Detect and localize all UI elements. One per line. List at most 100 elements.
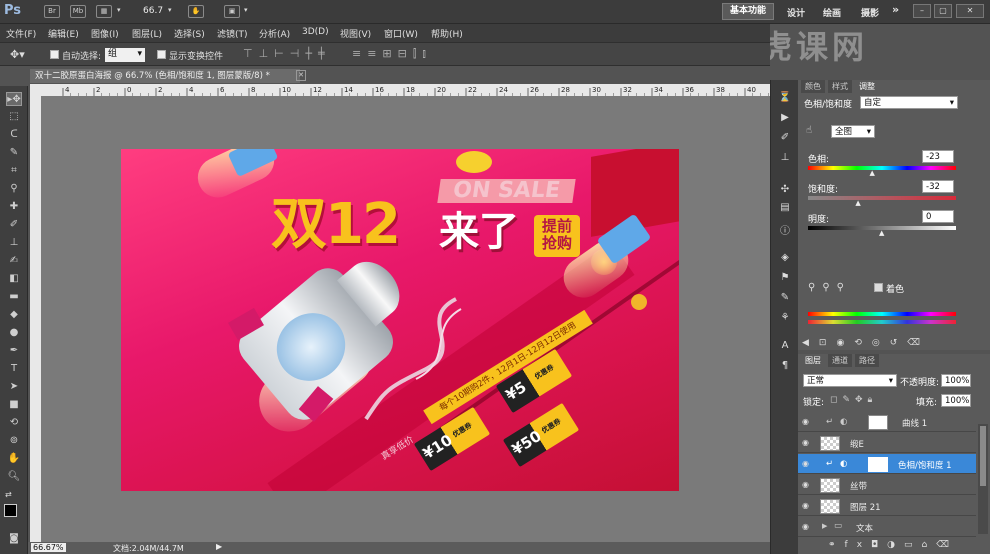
align-icons[interactable]: ⊤⊥⊢⊣┼╪ [243,47,331,60]
layer-row[interactable]: ◉ ↵ ◐ 曲线 1 [798,412,976,432]
grid-icon[interactable]: ▦ [96,5,112,18]
3d-rotate-tool-icon[interactable]: ⟲ [6,416,22,430]
scrollbar-thumb[interactable] [980,426,986,486]
hue-slider-thumb[interactable]: ▲ [870,169,875,177]
lock-icons[interactable]: ◻✎✥🔒︎ [830,395,877,405]
pen-tool-icon[interactable]: ✒ [6,344,22,358]
layer-row[interactable]: ◉ 缎E [798,433,976,453]
maximize-icon[interactable]: ▢ [934,4,952,18]
notes-panel-icon[interactable]: ✎ [777,292,793,306]
menu-window[interactable]: 窗口(W) [384,27,418,40]
gradient-tool-icon[interactable]: ▬ [6,290,22,304]
type-tool-icon[interactable]: T [6,362,22,376]
layers-scrollbar[interactable] [978,424,988,534]
menu-3d[interactable]: 3D(D) [302,27,329,37]
clone-stamp-tool-icon[interactable]: ⊥ [6,236,22,250]
menu-file[interactable]: 文件(F) [6,27,36,40]
brush-tool-icon[interactable]: ✐ [6,218,22,232]
quick-mask-icon[interactable]: ◙ [6,532,22,546]
menu-filter[interactable]: 滤镜(T) [217,27,248,40]
menu-help[interactable]: 帮助(H) [431,27,463,40]
colorize-checkbox[interactable] [874,283,883,295]
shape-tool-icon[interactable]: ■ [6,398,22,412]
animation-panel-icon[interactable]: ⚑ [777,272,793,286]
saturation-slider[interactable] [808,196,956,200]
opacity-input[interactable]: 100% [941,374,971,387]
zoom-dropdown-icon[interactable]: ▾ [168,6,172,14]
clone-source-panel-icon[interactable]: ⊥ [777,152,793,166]
tab-adjustments[interactable]: 调整 [855,80,879,93]
close-tab-icon[interactable]: ✕ [296,70,306,81]
visibility-eye-icon[interactable]: ◉ [802,459,812,468]
tab-layers[interactable]: 图层 [801,354,825,367]
mini-bridge-icon[interactable]: Mb [70,5,86,18]
actions-panel-icon[interactable]: ▶ [777,112,793,126]
hand-tool-icon[interactable]: ✋ [6,452,22,466]
more-workspaces-icon[interactable]: » [892,3,899,16]
status-zoom[interactable]: 66.67% [31,543,66,552]
fill-input[interactable]: 100% [941,394,971,407]
visibility-eye-icon[interactable]: ◉ [802,438,812,447]
expand-group-icon[interactable]: ▶ [822,522,827,530]
layer-row[interactable]: ◉ ▶ ▭ 文本 [798,517,976,537]
lightness-slider-thumb[interactable]: ▲ [879,229,884,237]
history-panel-icon[interactable]: ⏳ [777,92,793,106]
healing-brush-tool-icon[interactable]: ✚ [6,200,22,214]
workspace-photography[interactable]: 摄影 [861,6,879,19]
lightness-input[interactable]: 0 [922,210,954,223]
arrange-documents-icon[interactable]: ▣ [224,5,240,18]
hue-slider[interactable] [808,166,956,170]
workspace-painting[interactable]: 绘画 [823,6,841,19]
menu-view[interactable]: 视图(V) [340,27,371,40]
eyedropper-tool-icon[interactable]: ⚲ [6,182,22,196]
poster-canvas[interactable]: 双12 来了 ON SALE 提前 抢购 每个10期购2件，12月1日-12月1… [121,149,679,491]
workspace-design[interactable]: 设计 [787,6,805,19]
lasso-tool-icon[interactable]: ᑕ [6,128,22,142]
marquee-tool-icon[interactable]: ⬚ [6,110,22,124]
menu-analysis[interactable]: 分析(A) [259,27,290,40]
menu-image[interactable]: 图像(I) [91,27,119,40]
character-panel-icon[interactable]: A [777,340,793,354]
auto-select-checkbox[interactable] [50,50,59,62]
saturation-input[interactable]: -32 [922,180,954,193]
move-tool-icon[interactable]: ✥▾ [10,48,25,61]
layer-row[interactable]: ◉ 丝带 [798,475,976,495]
document-tab[interactable]: 双十二胶原蛋白海报 @ 66.7% (色相/饱和度 1, 图层蒙版/8) * [30,69,300,83]
layer-row-selected[interactable]: ◉ ↵ ◐ 色相/饱和度 1 [798,454,976,474]
menu-layer[interactable]: 图层(L) [132,27,162,40]
saturation-slider-thumb[interactable]: ▲ [855,199,860,207]
histogram-panel-icon[interactable]: ▤ [777,202,793,216]
info-panel-icon[interactable]: ⓘ [777,222,793,237]
distribute-icons[interactable]: ≡≡⊞⊟⫿⫾ [352,47,432,61]
layer-row[interactable]: ◉ 图层 21 [798,496,976,516]
minimize-icon[interactable]: – [913,4,931,18]
bridge-icon[interactable]: Br [44,5,60,18]
move-tool-icon[interactable]: ▸✥ [6,92,22,106]
hue-input[interactable]: -23 [922,150,954,163]
preset-dropdown[interactable]: 自定 ▾ [860,96,958,109]
3d-orbit-tool-icon[interactable]: ⊚ [6,434,22,448]
blend-mode-dropdown[interactable]: 正常 ▾ [803,374,897,387]
status-menu-icon[interactable]: ▶ [216,542,222,551]
foreground-color-swatch[interactable] [4,504,17,517]
chevron-down-icon[interactable]: ▾ [117,6,121,14]
quick-select-tool-icon[interactable]: ✎ [6,146,22,160]
brush-panel-icon[interactable]: ✐ [777,132,793,146]
path-selection-tool-icon[interactable]: ➤ [6,380,22,394]
menu-select[interactable]: 选择(S) [174,27,205,40]
3d-panel-icon[interactable]: ◈ [777,252,793,266]
adjustment-footer-icons[interactable]: ◀⊡◉⟲◎↺⌫ [802,338,930,348]
eyedropper-icons[interactable]: ⚲⚲⚲ [808,282,851,293]
swap-colors-icon[interactable]: ⇄ [5,490,12,499]
visibility-eye-icon[interactable]: ◉ [802,417,812,426]
visibility-eye-icon[interactable]: ◉ [802,501,812,510]
eraser-tool-icon[interactable]: ◧ [6,272,22,286]
targeted-adjustment-icon[interactable]: ☝ [806,125,812,136]
close-icon[interactable]: ✕ [956,4,984,18]
workspace-essentials[interactable]: 基本功能 [722,3,774,20]
hand-icon[interactable]: ✋ [188,5,204,18]
visibility-eye-icon[interactable]: ◉ [802,480,812,489]
menu-edit[interactable]: 编辑(E) [48,27,79,40]
show-transform-checkbox[interactable] [157,50,166,62]
blur-tool-icon[interactable]: ◆ [6,308,22,322]
